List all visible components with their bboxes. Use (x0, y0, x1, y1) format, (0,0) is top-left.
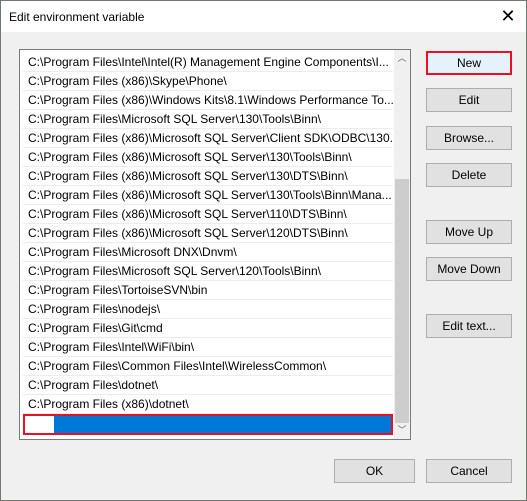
browse-button[interactable]: Browse... (426, 126, 512, 150)
move-up-button[interactable]: Move Up (426, 220, 512, 244)
new-path-input[interactable] (25, 416, 54, 433)
edit-environment-variable-dialog: Edit environment variable ✕ ︿ ﹀ C:\Progr… (0, 0, 527, 501)
close-button[interactable]: ✕ (491, 3, 525, 30)
path-list[interactable]: ︿ ﹀ C:\Program Files\Intel\Intel(R) Mana… (19, 49, 411, 440)
path-list-item[interactable]: C:\Program Files (x86)\Microsoft SQL Ser… (23, 205, 393, 224)
edit-text-button[interactable]: Edit text... (426, 314, 512, 338)
path-list-item[interactable]: C:\Program Files\Microsoft SQL Server\12… (23, 262, 393, 281)
path-list-item[interactable]: C:\Program Files\Common Files\Intel\Wire… (23, 357, 393, 376)
path-list-item[interactable]: C:\Program Files\dotnet\ (23, 376, 393, 395)
scroll-down-icon[interactable]: ﹀ (394, 422, 410, 439)
path-list-item[interactable]: C:\Program Files (x86)\Microsoft SQL Ser… (23, 167, 393, 186)
path-list-item[interactable]: C:\Program Files (x86)\Microsoft SQL Ser… (23, 224, 393, 243)
new-button[interactable]: New (426, 51, 512, 75)
path-list-item[interactable]: C:\Program Files\TortoiseSVN\bin (23, 281, 393, 300)
new-path-entry-row[interactable] (23, 414, 393, 435)
scrollbar-thumb[interactable] (395, 179, 409, 423)
title-bar: Edit environment variable ✕ (1, 1, 526, 32)
path-list-item[interactable]: C:\Program Files\Intel\Intel(R) Manageme… (23, 53, 393, 72)
path-list-item[interactable]: C:\Program Files (x86)\Windows Kits\8.1\… (23, 91, 393, 110)
path-list-item[interactable]: C:\Program Files (x86)\Skype\Phone\ (23, 72, 393, 91)
delete-button[interactable]: Delete (426, 163, 512, 187)
cancel-button[interactable]: Cancel (426, 459, 512, 483)
path-list-item[interactable]: C:\Program Files (x86)\dotnet\ (23, 395, 393, 414)
scrollbar[interactable]: ︿ ﹀ (394, 50, 410, 439)
move-down-button[interactable]: Move Down (426, 257, 512, 281)
path-list-item[interactable]: C:\Program Files\Microsoft SQL Server\13… (23, 110, 393, 129)
path-list-item[interactable]: C:\Program Files\Git\cmd (23, 319, 393, 338)
scroll-up-icon[interactable]: ︿ (394, 50, 410, 67)
path-list-item[interactable]: C:\Program Files (x86)\Microsoft SQL Ser… (23, 129, 393, 148)
ok-button[interactable]: OK (334, 459, 415, 483)
path-list-item[interactable]: C:\Program Files\Microsoft DNX\Dnvm\ (23, 243, 393, 262)
edit-button[interactable]: Edit (426, 88, 512, 112)
path-list-item[interactable]: C:\Program Files (x86)\Microsoft SQL Ser… (23, 148, 393, 167)
path-list-item[interactable]: C:\Program Files (x86)\Microsoft SQL Ser… (23, 186, 393, 205)
path-list-item[interactable]: C:\Program Files\nodejs\ (23, 300, 393, 319)
path-list-item[interactable]: C:\Program Files\Intel\WiFi\bin\ (23, 338, 393, 357)
close-icon: ✕ (500, 6, 516, 26)
dialog-title: Edit environment variable (9, 10, 145, 24)
